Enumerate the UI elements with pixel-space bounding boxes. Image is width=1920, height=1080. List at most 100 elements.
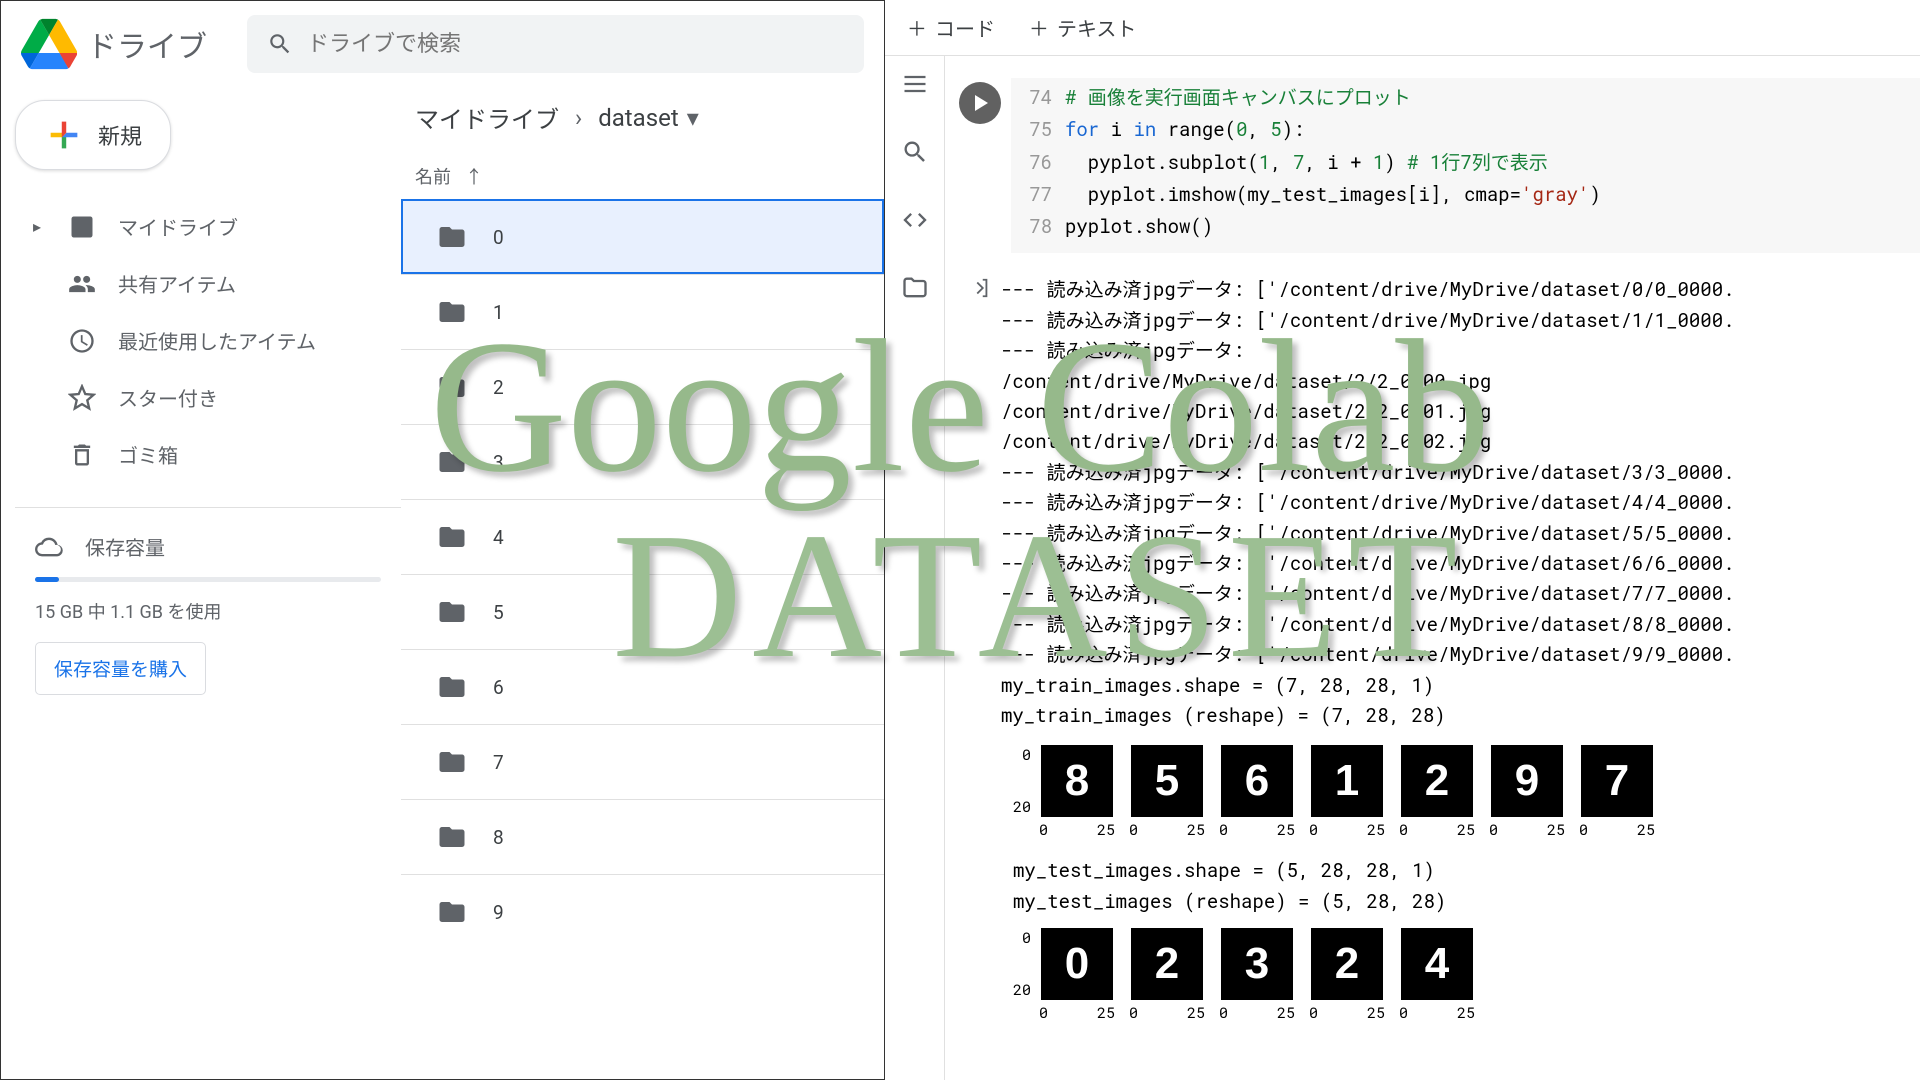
arrow-up-icon: ↑	[465, 163, 483, 189]
shape-text: my_test_images (reshape) = (5, 28, 28)	[1013, 889, 1920, 914]
y-tick: 20	[1013, 797, 1031, 817]
drive-title: ドライブ	[87, 22, 207, 66]
search-input[interactable]	[307, 31, 844, 57]
list-header[interactable]: 名前 ↑	[401, 153, 884, 199]
sidebar-item-shared[interactable]: 共有アイテム	[19, 255, 401, 312]
nav-label: マイドライブ	[118, 212, 238, 241]
code-icon[interactable]	[901, 206, 929, 234]
sidebar-item-mydrive[interactable]: ▸ マイドライブ	[19, 198, 401, 255]
y-tick: 0	[1013, 928, 1031, 948]
folder-icon	[437, 597, 467, 627]
digit-tile: 7025	[1579, 745, 1655, 840]
folder-row[interactable]: 2	[401, 349, 884, 424]
folder-name: 7	[493, 751, 504, 774]
star-icon	[68, 384, 96, 412]
folder-icon	[437, 447, 467, 477]
toc-icon[interactable]	[901, 70, 929, 98]
folder-icon[interactable]	[901, 274, 929, 302]
folder-icon	[437, 372, 467, 402]
search-icon[interactable]	[901, 138, 929, 166]
chevron-right-icon: ›	[575, 104, 582, 132]
y-tick: 20	[1013, 980, 1031, 1000]
folder-icon	[437, 522, 467, 552]
folder-icon	[437, 822, 467, 852]
digit-tile: 2025	[1129, 928, 1205, 1023]
nav-label: 最近使用したアイテム	[118, 326, 316, 355]
digit-tile: 8025	[1039, 745, 1115, 840]
digit-tile: 9025	[1489, 745, 1565, 840]
plus-icon: ＋	[1029, 13, 1049, 42]
add-code-button[interactable]: ＋コード	[907, 13, 995, 42]
folder-icon	[437, 897, 467, 927]
folder-name: 1	[493, 301, 504, 324]
folder-icon	[437, 222, 467, 252]
drive-sidebar: 新規 ▸ マイドライブ 共有アイテム	[1, 86, 401, 1079]
new-button-label: 新規	[98, 119, 142, 151]
plot-test: 020 00252025302520254025	[1013, 928, 1920, 1023]
sidebar-item-starred[interactable]: スター付き	[19, 369, 401, 426]
folder-name: 5	[493, 601, 504, 624]
folder-row[interactable]: 1	[401, 274, 884, 349]
nav-label: ゴミ箱	[118, 440, 178, 469]
list-header-name: 名前	[415, 163, 451, 189]
chevron-right-icon: ▸	[33, 217, 46, 236]
storage-row[interactable]: 保存容量	[35, 532, 381, 561]
buy-storage-button[interactable]: 保存容量を購入	[35, 642, 206, 695]
code-editor[interactable]: 74# 画像を実行画面キャンバスにプロット75for i in range(0,…	[1011, 78, 1920, 253]
sidebar-item-trash[interactable]: ゴミ箱	[19, 426, 401, 483]
drive-panel: ドライブ 新規 ▸ マ	[0, 0, 885, 1080]
clock-icon	[68, 327, 96, 355]
run-cell-button[interactable]	[959, 82, 1001, 124]
output-toggle-icon[interactable]	[959, 275, 1001, 731]
digit-tile: 2025	[1309, 928, 1385, 1023]
folder-row[interactable]: 5	[401, 574, 884, 649]
y-tick: 0	[1013, 745, 1031, 765]
colab-sidebar	[885, 56, 945, 1080]
cloud-icon	[35, 533, 63, 561]
sidebar-item-recent[interactable]: 最近使用したアイテム	[19, 312, 401, 369]
digit-tile: 2025	[1399, 745, 1475, 840]
breadcrumb-current[interactable]: dataset ▾	[598, 104, 699, 132]
shape-text: my_test_images.shape = (5, 28, 28, 1)	[1013, 858, 1920, 883]
plus-icon: ＋	[907, 13, 927, 42]
breadcrumb: マイドライブ › dataset ▾	[401, 100, 884, 153]
digit-tile: 0025	[1039, 928, 1115, 1023]
drive-search[interactable]	[247, 15, 864, 73]
digit-tile: 1025	[1309, 745, 1385, 840]
colab-panel: ＋コード ＋テキスト 74# 画像を実行画面キャンバスにプロット75for i …	[885, 0, 1920, 1080]
search-icon	[267, 31, 293, 57]
plot-train: 020 8025502560251025202590257025	[1013, 745, 1920, 840]
add-text-button[interactable]: ＋テキスト	[1029, 13, 1136, 42]
nav-label: スター付き	[118, 383, 218, 412]
people-icon	[68, 270, 96, 298]
chevron-down-icon: ▾	[687, 104, 699, 132]
digit-tile: 6025	[1219, 745, 1295, 840]
output-text: --- 読み込み済jpgデータ: ['/content/drive/MyDriv…	[1001, 275, 1920, 731]
code-cell: 74# 画像を実行画面キャンバスにプロット75for i in range(0,…	[959, 78, 1920, 253]
folder-row[interactable]: 9	[401, 874, 884, 949]
mydrive-icon	[68, 213, 96, 241]
breadcrumb-root[interactable]: マイドライブ	[415, 100, 559, 135]
folder-row[interactable]: 8	[401, 799, 884, 874]
file-list: 0 1 234 5 6 7 89	[401, 199, 884, 949]
folder-row[interactable]: 6	[401, 649, 884, 724]
drive-main: マイドライブ › dataset ▾ 名前 ↑ 0 1 234 5 6 7 89	[401, 86, 884, 1079]
folder-row[interactable]: 3	[401, 424, 884, 499]
storage-label: 保存容量	[85, 532, 165, 561]
folder-row[interactable]: 0	[401, 199, 884, 274]
drive-logo-icon	[21, 16, 77, 72]
folder-name: 6	[493, 676, 504, 699]
folder-icon	[437, 747, 467, 777]
storage-usage-text: 15 GB 中 1.1 GB を使用	[35, 598, 381, 624]
drive-logo[interactable]: ドライブ	[21, 16, 207, 72]
folder-icon	[437, 672, 467, 702]
folder-icon	[437, 297, 467, 327]
colab-toolbar: ＋コード ＋テキスト	[885, 0, 1920, 56]
new-button[interactable]: 新規	[15, 100, 171, 170]
play-icon	[975, 95, 988, 111]
digit-tile: 3025	[1219, 928, 1295, 1023]
folder-row[interactable]: 7	[401, 724, 884, 799]
nav-label: 共有アイテム	[118, 269, 236, 298]
folder-row[interactable]: 4	[401, 499, 884, 574]
drive-header: ドライブ	[1, 1, 884, 86]
